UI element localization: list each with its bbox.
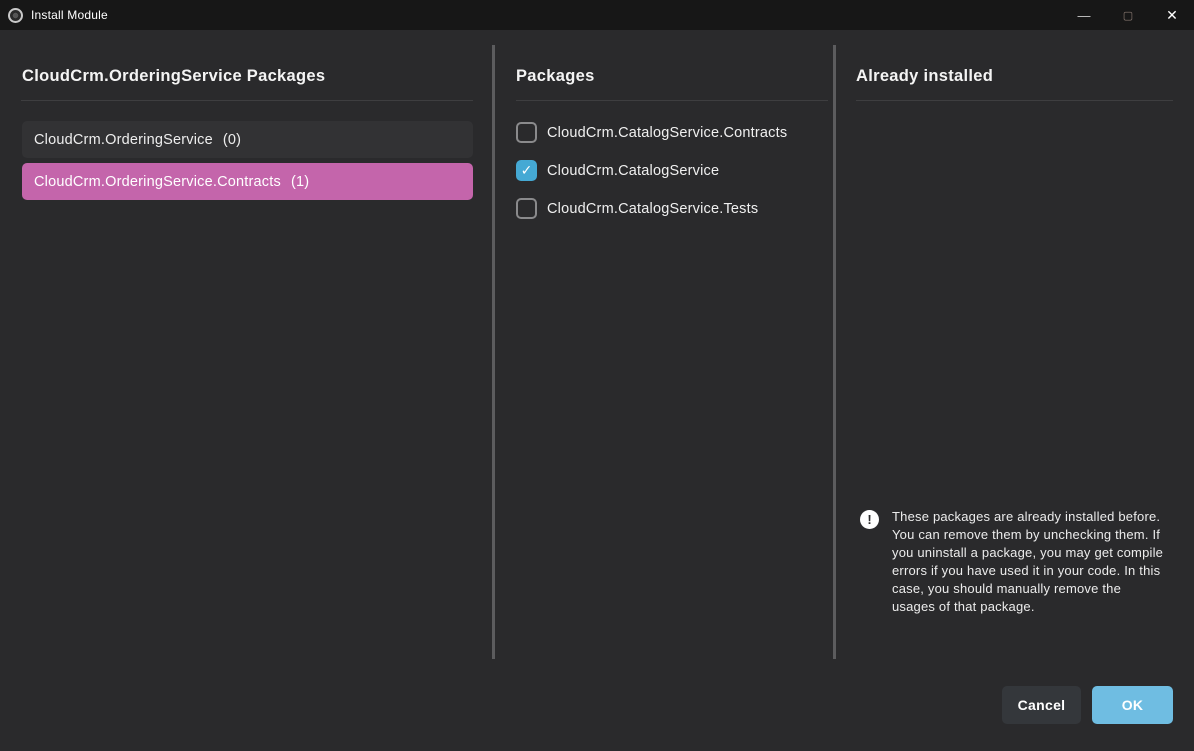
package-row-catalogservice-tests[interactable]: CloudCrm.CatalogService.Tests bbox=[516, 196, 831, 221]
module-list: CloudCrm.OrderingService (0) CloudCrm.Or… bbox=[22, 121, 473, 205]
column-separator-left bbox=[492, 45, 495, 659]
packages-panel-divider bbox=[516, 100, 828, 101]
package-row-catalogservice-contracts[interactable]: CloudCrm.CatalogService.Contracts bbox=[516, 120, 831, 145]
module-item-count: (0) bbox=[223, 132, 241, 148]
checkbox-unchecked-icon[interactable] bbox=[516, 198, 537, 219]
package-label: CloudCrm.CatalogService.Contracts bbox=[547, 125, 787, 141]
cancel-button[interactable]: Cancel bbox=[1002, 686, 1081, 724]
info-text: These packages are already installed bef… bbox=[892, 508, 1165, 616]
maximize-button[interactable]: ▢ bbox=[1106, 0, 1150, 30]
exclamation-icon: ! bbox=[860, 510, 879, 529]
installed-panel-divider bbox=[856, 100, 1173, 101]
checkbox-unchecked-icon[interactable] bbox=[516, 122, 537, 143]
installed-panel-header: Already installed bbox=[856, 67, 993, 86]
titlebar: Install Module — ▢ ✕ bbox=[0, 0, 1194, 30]
module-item-orderingservice-contracts[interactable]: CloudCrm.OrderingService.Contracts (1) bbox=[22, 163, 473, 200]
window-title: Install Module bbox=[31, 8, 108, 22]
module-item-label: CloudCrm.OrderingService.Contracts bbox=[34, 174, 281, 190]
checkbox-checked-icon[interactable]: ✓ bbox=[516, 160, 537, 181]
ok-button[interactable]: OK bbox=[1092, 686, 1173, 724]
left-panel-divider bbox=[21, 100, 473, 101]
packages-list: CloudCrm.CatalogService.Contracts ✓ Clou… bbox=[516, 120, 831, 234]
close-button[interactable]: ✕ bbox=[1150, 0, 1194, 30]
app-logo-icon bbox=[8, 8, 23, 23]
packages-panel-header: Packages bbox=[516, 67, 595, 86]
minimize-button[interactable]: — bbox=[1062, 0, 1106, 30]
package-row-catalogservice[interactable]: ✓ CloudCrm.CatalogService bbox=[516, 158, 831, 183]
left-panel-header: CloudCrm.OrderingService Packages bbox=[22, 67, 325, 86]
package-label: CloudCrm.CatalogService.Tests bbox=[547, 201, 758, 217]
column-separator-right bbox=[833, 45, 836, 659]
module-item-count: (1) bbox=[291, 174, 309, 190]
module-item-orderingservice[interactable]: CloudCrm.OrderingService (0) bbox=[22, 121, 473, 158]
already-installed-info: ! These packages are already installed b… bbox=[860, 508, 1165, 616]
package-label: CloudCrm.CatalogService bbox=[547, 163, 719, 179]
module-item-label: CloudCrm.OrderingService bbox=[34, 132, 213, 148]
